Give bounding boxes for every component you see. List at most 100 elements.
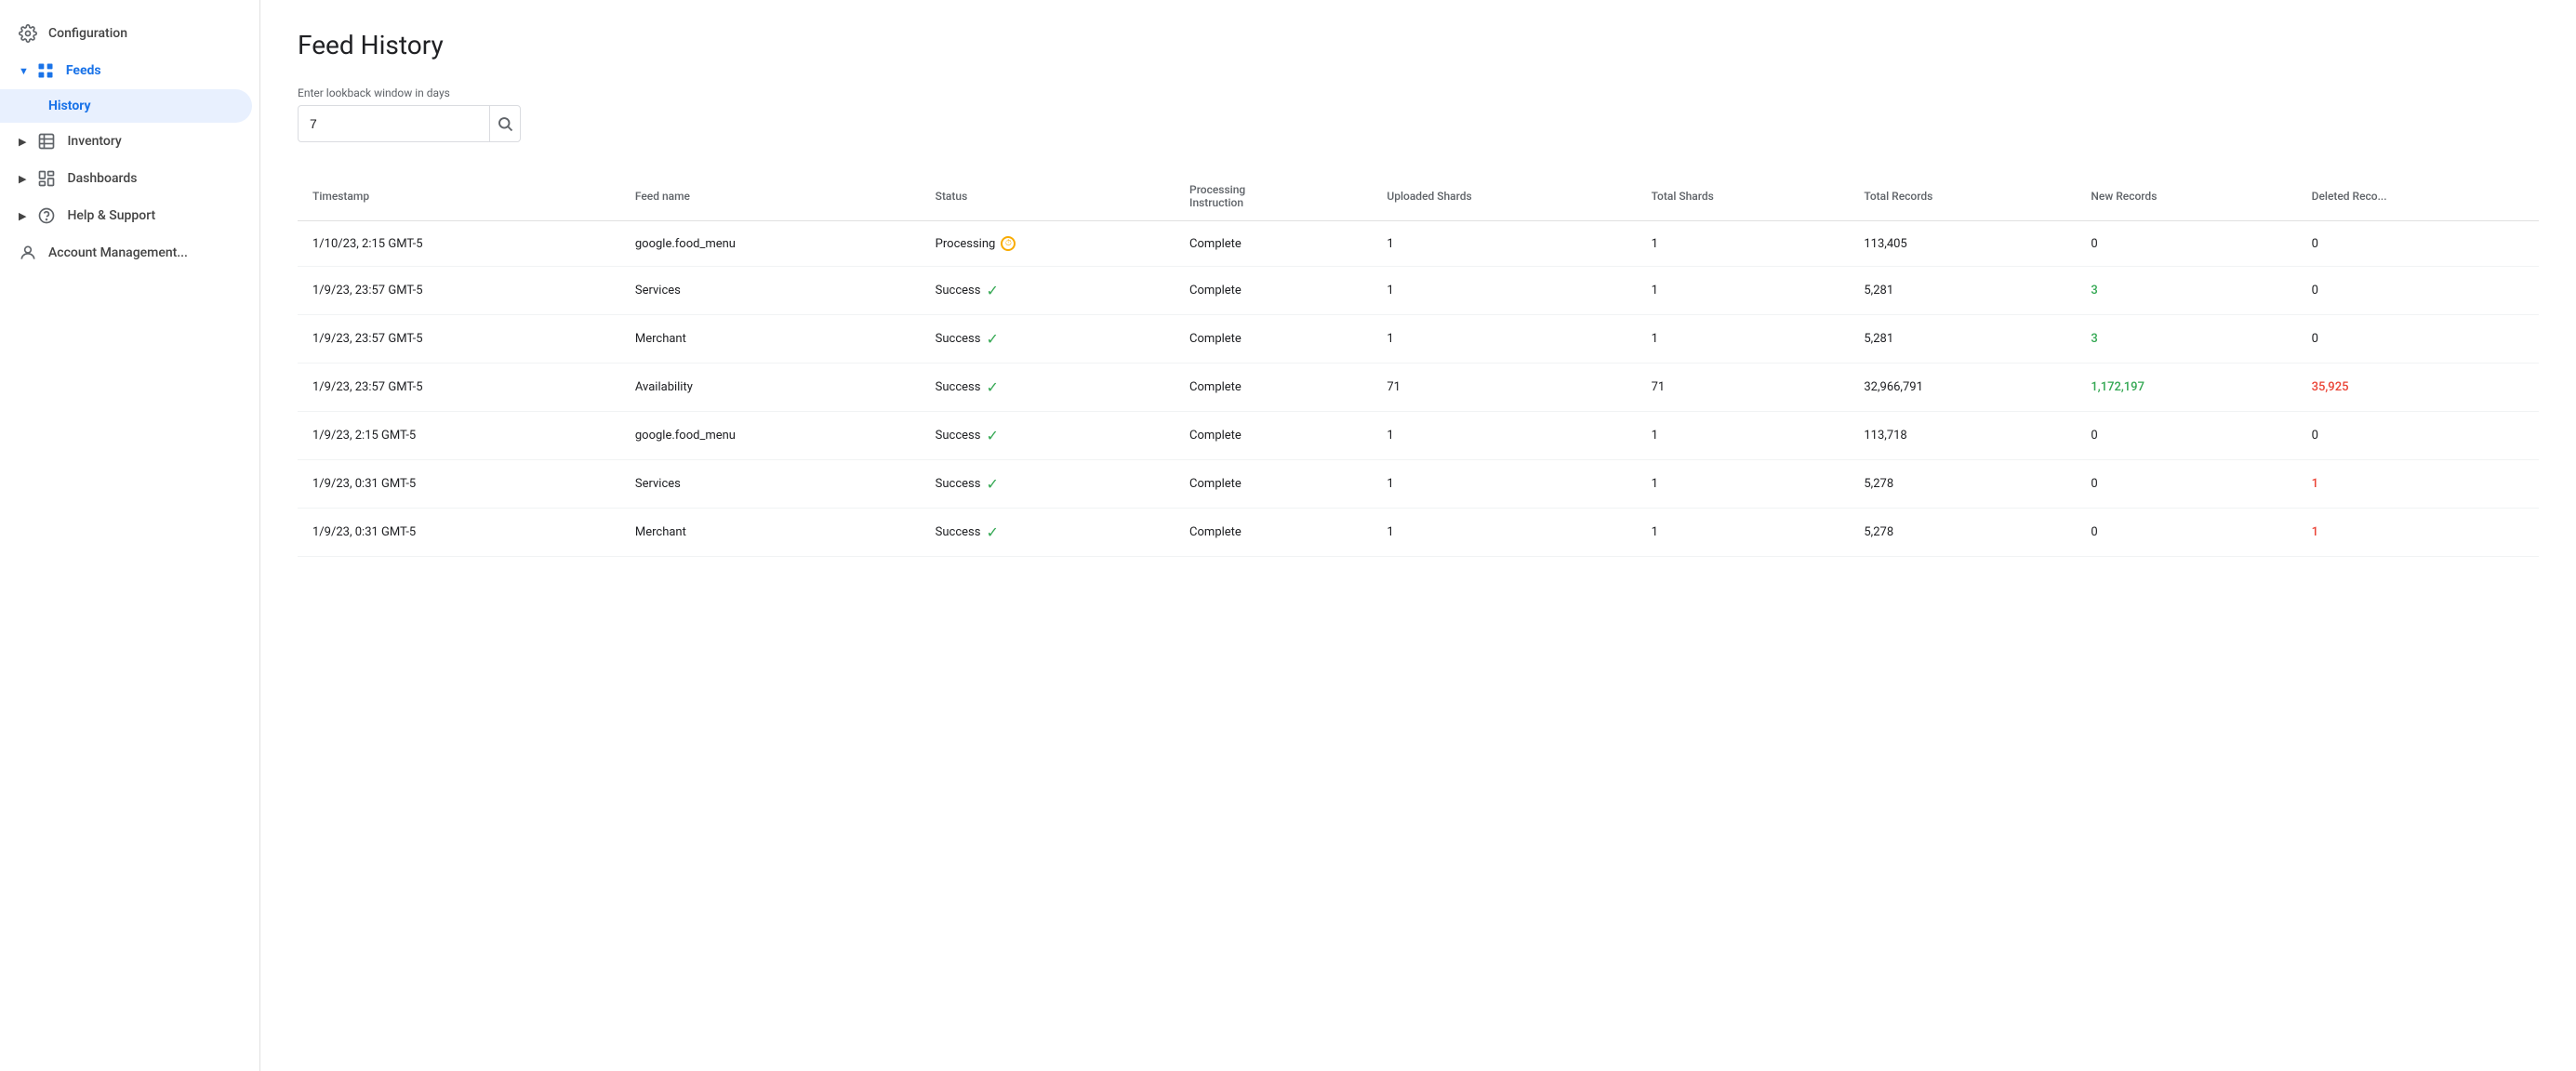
cell-deleted-records: 0 <box>2297 412 2539 460</box>
cell-total-records: 113,718 <box>1849 412 2076 460</box>
cell-deleted-records: 35,925 <box>2297 364 2539 412</box>
col-header-status: Status <box>921 172 1175 221</box>
cell-uploaded-shards: 1 <box>1372 315 1636 364</box>
table-row: 1/9/23, 0:31 GMT-5MerchantSuccess ✓Compl… <box>298 509 2539 557</box>
new-records-value: 1,172,197 <box>2091 380 2144 394</box>
check-icon: ✓ <box>986 427 998 444</box>
cell-status: Success ✓ <box>921 315 1175 364</box>
table-icon <box>37 132 56 151</box>
cell-total-records: 5,281 <box>1849 267 2076 315</box>
cell-status: Success ✓ <box>921 509 1175 557</box>
cell-processing-instruction: Complete <box>1175 412 1372 460</box>
deleted-records-value: 0 <box>2312 429 2318 443</box>
new-records-value: 3 <box>2091 284 2097 298</box>
cell-timestamp: 1/9/23, 0:31 GMT-5 <box>298 509 620 557</box>
cell-deleted-records: 1 <box>2297 460 2539 509</box>
cell-processing-instruction: Complete <box>1175 509 1372 557</box>
cell-uploaded-shards: 1 <box>1372 412 1636 460</box>
sidebar-item-dashboards[interactable]: ▶ Dashboards <box>0 160 252 197</box>
dashboard-icon <box>37 169 56 188</box>
clock-icon: ⏱ <box>1001 236 1016 251</box>
cell-processing-instruction: Complete <box>1175 364 1372 412</box>
cell-total-records: 5,281 <box>1849 315 2076 364</box>
cell-total-shards: 1 <box>1637 221 1850 267</box>
check-icon: ✓ <box>986 282 998 299</box>
cell-uploaded-shards: 1 <box>1372 509 1636 557</box>
account-icon <box>19 244 37 262</box>
table-row: 1/9/23, 2:15 GMT-5google.food_menuSucces… <box>298 412 2539 460</box>
cell-new-records: 3 <box>2076 267 2296 315</box>
cell-processing-instruction: Complete <box>1175 221 1372 267</box>
cell-uploaded-shards: 71 <box>1372 364 1636 412</box>
sidebar-item-dashboards-label: Dashboards <box>67 171 137 186</box>
search-icon <box>497 115 513 132</box>
col-header-total-shards: Total Shards <box>1637 172 1850 221</box>
sidebar-item-feeds[interactable]: ▼ Feeds <box>0 52 252 89</box>
cell-status: Success ✓ <box>921 412 1175 460</box>
cell-new-records: 1,172,197 <box>2076 364 2296 412</box>
deleted-records-value: 1 <box>2312 477 2318 491</box>
cell-total-shards: 1 <box>1637 267 1850 315</box>
table-row: 1/9/23, 23:57 GMT-5MerchantSuccess ✓Comp… <box>298 315 2539 364</box>
cell-total-records: 5,278 <box>1849 460 2076 509</box>
cell-total-shards: 1 <box>1637 509 1850 557</box>
new-records-value: 0 <box>2091 525 2097 539</box>
deleted-records-value: 0 <box>2312 284 2318 298</box>
new-records-value: 3 <box>2091 332 2097 346</box>
cell-status: Success ✓ <box>921 460 1175 509</box>
chevron-right-icon: ▶ <box>19 136 26 148</box>
cell-status: Success ✓ <box>921 267 1175 315</box>
cell-new-records: 3 <box>2076 315 2296 364</box>
sidebar-item-help-support-label: Help & Support <box>67 208 155 223</box>
cell-processing-instruction: Complete <box>1175 315 1372 364</box>
deleted-records-value: 0 <box>2312 332 2318 346</box>
cell-feed-name: Services <box>620 267 921 315</box>
sidebar-item-inventory-label: Inventory <box>67 134 121 149</box>
lookback-section: Enter lookback window in days <box>298 86 2539 142</box>
cell-timestamp: 1/10/23, 2:15 GMT-5 <box>298 221 620 267</box>
col-header-uploaded-shards: Uploaded Shards <box>1372 172 1636 221</box>
cell-new-records: 0 <box>2076 460 2296 509</box>
sidebar-item-account-management-label: Account Management... <box>48 245 188 260</box>
cell-timestamp: 1/9/23, 2:15 GMT-5 <box>298 412 620 460</box>
cell-total-shards: 1 <box>1637 412 1850 460</box>
check-icon: ✓ <box>986 475 998 493</box>
sidebar-item-inventory[interactable]: ▶ Inventory <box>0 123 252 160</box>
chevron-down-icon: ▼ <box>19 65 29 77</box>
search-button[interactable] <box>489 105 520 142</box>
cell-total-shards: 71 <box>1637 364 1850 412</box>
cell-status: Processing ⏱ <box>921 221 1175 267</box>
cell-timestamp: 1/9/23, 0:31 GMT-5 <box>298 460 620 509</box>
col-header-deleted-records: Deleted Reco... <box>2297 172 2539 221</box>
sidebar-item-help-support[interactable]: ▶ Help & Support <box>0 197 252 234</box>
cell-status: Success ✓ <box>921 364 1175 412</box>
cell-uploaded-shards: 1 <box>1372 267 1636 315</box>
sidebar: Configuration ▼ Feeds History ▶ Invento <box>0 0 260 1071</box>
lookback-input[interactable] <box>299 116 489 131</box>
cell-new-records: 0 <box>2076 221 2296 267</box>
sidebar-item-account-management[interactable]: Account Management... <box>0 234 252 271</box>
cell-total-shards: 1 <box>1637 315 1850 364</box>
cell-total-shards: 1 <box>1637 460 1850 509</box>
cell-uploaded-shards: 1 <box>1372 221 1636 267</box>
status-success: Success ✓ <box>936 427 1160 444</box>
sidebar-item-configuration[interactable]: Configuration <box>0 15 252 52</box>
cell-timestamp: 1/9/23, 23:57 GMT-5 <box>298 315 620 364</box>
lookback-label: Enter lookback window in days <box>298 86 2539 99</box>
feed-history-table: Timestamp Feed name Status Processing In… <box>298 172 2539 557</box>
cell-new-records: 0 <box>2076 412 2296 460</box>
sidebar-item-history[interactable]: History <box>0 89 252 123</box>
cell-uploaded-shards: 1 <box>1372 460 1636 509</box>
cell-feed-name: Merchant <box>620 315 921 364</box>
cell-processing-instruction: Complete <box>1175 460 1372 509</box>
new-records-value: 0 <box>2091 429 2097 443</box>
status-success: Success ✓ <box>936 378 1160 396</box>
cell-deleted-records: 0 <box>2297 267 2539 315</box>
gear-icon <box>19 24 37 43</box>
table-header-row: Timestamp Feed name Status Processing In… <box>298 172 2539 221</box>
deleted-records-value: 1 <box>2312 525 2318 539</box>
lookback-input-wrap <box>298 105 521 142</box>
main-content: Feed History Enter lookback window in da… <box>260 0 2576 1071</box>
status-processing: Processing ⏱ <box>936 236 1160 251</box>
col-header-timestamp: Timestamp <box>298 172 620 221</box>
